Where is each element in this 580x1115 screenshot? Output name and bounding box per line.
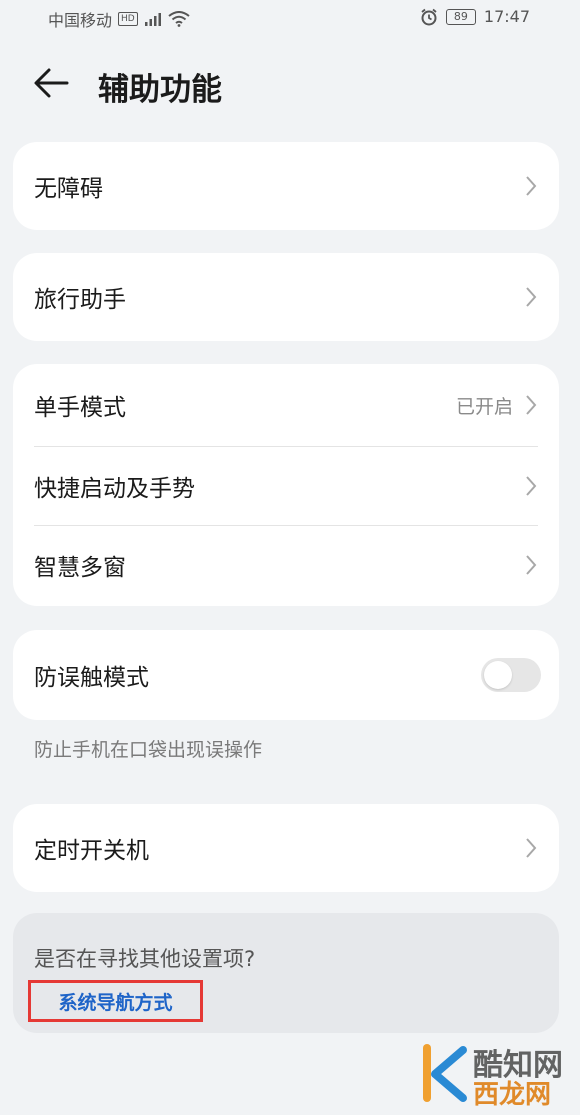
smart-multiwindow-item[interactable]: 智慧多窗 — [13, 526, 559, 604]
battery-icon: 89 — [445, 8, 476, 25]
watermark-logo: 酷知网 西龙网 — [415, 1030, 565, 1110]
chevron-right-icon — [526, 555, 537, 575]
clock: 17:47 — [483, 7, 530, 26]
hd-badge: HD — [118, 12, 138, 26]
one-hand-mode-label: 单手模式 — [34, 395, 126, 421]
toggle-knob — [484, 661, 512, 689]
suggestion-panel: 是否在寻找其他设置项? 系统导航方式 — [13, 913, 559, 1033]
travel-assistant-label: 旅行助手 — [34, 287, 126, 313]
wifi-icon — [168, 11, 190, 27]
accessibility-item[interactable]: 无障碍 — [13, 142, 559, 230]
scheduled-power-item[interactable]: 定时开关机 — [13, 804, 559, 892]
pocket-mode-toggle[interactable] — [481, 658, 541, 692]
page-title: 辅助功能 — [98, 72, 222, 108]
alarm-icon — [421, 8, 437, 25]
status-bar: 中国移动 HD 89 17:47 — [0, 0, 580, 36]
chevron-right-icon — [526, 838, 537, 858]
chevron-right-icon — [526, 476, 537, 496]
system-navigation-link-text: 系统导航方式 — [58, 991, 173, 1014]
one-hand-mode-item[interactable]: 单手模式 已开启 — [13, 364, 559, 446]
signal-icon — [144, 13, 161, 26]
scheduled-power-label: 定时开关机 — [34, 838, 149, 864]
pocket-mode-card: 防误触模式 — [13, 630, 559, 720]
back-button[interactable] — [32, 66, 70, 100]
pocket-mode-description: 防止手机在口袋出现误操作 — [34, 739, 263, 761]
status-bar-right: 89 17:47 — [420, 7, 530, 26]
pocket-mode-item: 防误触模式 — [13, 630, 559, 720]
shortcuts-gestures-item[interactable]: 快捷启动及手势 — [13, 447, 559, 525]
suggestion-question: 是否在寻找其他设置项? — [34, 947, 256, 971]
scheduled-power-card: 定时开关机 — [13, 804, 559, 892]
status-bar-left: 中国移动 HD — [48, 7, 190, 31]
carrier-name: 中国移动 — [48, 11, 113, 30]
watermark-k-icon — [423, 1044, 467, 1102]
smart-multiwindow-label: 智慧多窗 — [34, 555, 126, 581]
back-arrow-icon — [34, 68, 69, 98]
shortcuts-gestures-label: 快捷启动及手势 — [34, 476, 195, 502]
travel-assistant-card: 旅行助手 — [13, 253, 559, 341]
accessibility-card: 无障碍 — [13, 142, 559, 230]
gestures-card: 单手模式 已开启 快捷启动及手势 智慧多窗 — [13, 364, 559, 606]
system-navigation-link[interactable]: 系统导航方式 — [28, 980, 203, 1022]
chevron-right-icon — [526, 395, 537, 415]
chevron-right-icon — [526, 287, 537, 307]
chevron-right-icon — [526, 176, 537, 196]
travel-assistant-item[interactable]: 旅行助手 — [13, 253, 559, 341]
pocket-mode-label: 防误触模式 — [34, 665, 149, 691]
accessibility-label: 无障碍 — [34, 176, 103, 202]
app-header: 辅助功能 — [0, 50, 580, 116]
watermark-text-2: 西龙网 — [473, 1080, 552, 1110]
one-hand-mode-status: 已开启 — [455, 395, 513, 418]
